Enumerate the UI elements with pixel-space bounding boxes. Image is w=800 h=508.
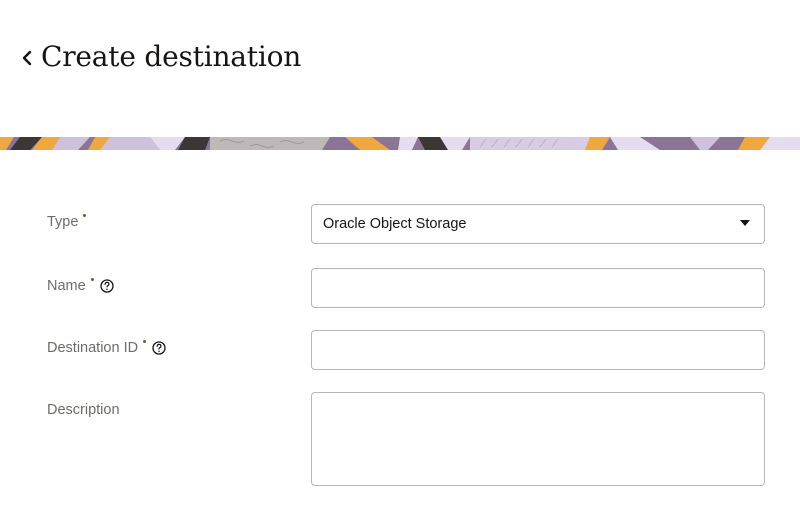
type-row: Type Oracle Object Storage [0, 204, 800, 244]
caret-down-icon[interactable] [740, 220, 750, 226]
name-label: Name [47, 277, 114, 294]
help-circle-icon[interactable] [152, 341, 166, 355]
type-label: Type [47, 213, 87, 230]
create-destination-page: Create destination Type Oracle Object St… [0, 0, 800, 508]
description-row: Description [0, 392, 800, 486]
description-label: Description [47, 402, 120, 418]
description-textarea[interactable] [312, 393, 764, 485]
name-field[interactable] [311, 268, 765, 308]
name-row: Name [0, 268, 800, 308]
description-field[interactable] [311, 392, 765, 486]
required-indicator [143, 339, 147, 343]
type-select-value: Oracle Object Storage [323, 216, 467, 232]
destination-id-row: Destination ID [0, 330, 800, 370]
description-label-text: Description [47, 402, 120, 418]
type-label-text: Type [47, 214, 79, 230]
chevron-left-icon [22, 50, 32, 66]
destination-id-input[interactable] [312, 331, 764, 369]
back-button[interactable] [16, 44, 38, 72]
type-select[interactable]: Oracle Object Storage [311, 204, 765, 244]
required-indicator [90, 277, 94, 281]
destination-id-field[interactable] [311, 330, 765, 370]
decorative-banner [0, 137, 800, 150]
required-indicator [83, 213, 87, 217]
help-circle-icon[interactable] [100, 279, 114, 293]
name-input[interactable] [312, 269, 764, 307]
name-label-text: Name [47, 278, 86, 294]
destination-id-label-text: Destination ID [47, 340, 139, 356]
page-header: Create destination [0, 0, 800, 137]
destination-id-label: Destination ID [47, 339, 166, 356]
page-title: Create destination [41, 40, 302, 73]
